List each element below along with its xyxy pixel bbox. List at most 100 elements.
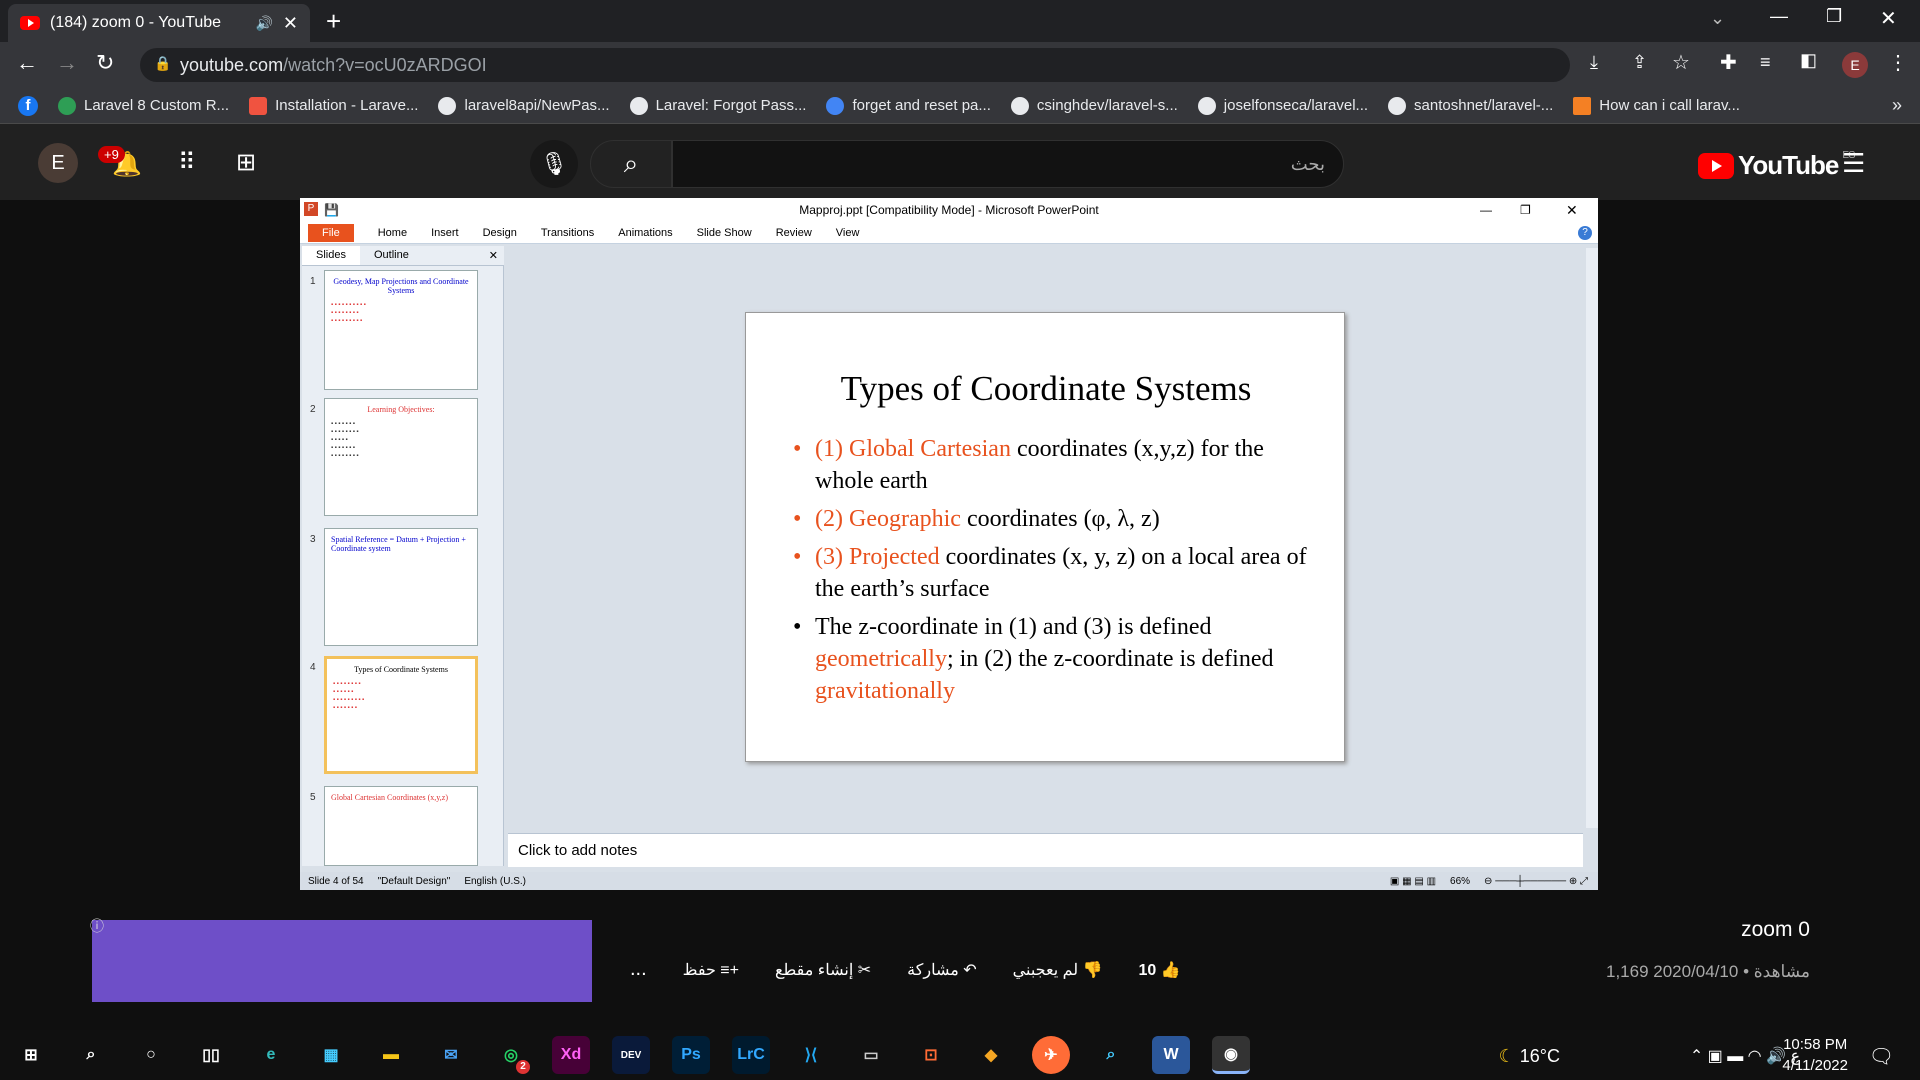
save-button[interactable]: حفظ ≡+	[683, 960, 739, 980]
store-icon[interactable]: ▦	[312, 1036, 350, 1074]
vscode-icon[interactable]: ⟩⟨	[792, 1036, 830, 1074]
windows-start-icon[interactable]: ⊞	[12, 1036, 50, 1074]
terminal-icon[interactable]: ▭	[852, 1036, 890, 1074]
dislike-button[interactable]: لم يعجبني 👎	[1013, 960, 1103, 980]
ribbon-tab-design[interactable]: Design	[483, 227, 517, 239]
file-explorer-icon[interactable]: ▬	[372, 1036, 410, 1074]
edge-icon[interactable]: e	[252, 1036, 290, 1074]
zoom-slider[interactable]: ⊖ ───┼────── ⊕ ⤢	[1484, 876, 1588, 887]
youtube-logo[interactable]: YouTube EG	[1698, 150, 1856, 181]
install-icon[interactable]: ⤓	[1590, 52, 1598, 73]
ppt-minimize-icon[interactable]: —	[1480, 198, 1492, 222]
search-input[interactable]: بحث	[672, 140, 1344, 188]
restore-icon[interactable]: ❐	[1826, 6, 1842, 27]
bookmark-item[interactable]: How can i call larav...	[1573, 96, 1740, 115]
bookmark-item[interactable]: Laravel 8 Custom R...	[58, 96, 229, 115]
slide-canvas[interactable]: Types of Coordinate Systems (1) Global C…	[745, 312, 1345, 762]
pane-tab-outline[interactable]: Outline	[360, 246, 423, 265]
new-tab-icon[interactable]: +	[326, 6, 341, 37]
back-icon[interactable]: ←	[16, 50, 38, 76]
voice-search-icon[interactable]: 🎙	[530, 140, 578, 188]
media-control-icon[interactable]: ≡	[1760, 52, 1771, 73]
browser-tab[interactable]: (184) zoom 0 - YouTube 🔊 ✕	[8, 4, 310, 42]
ppt-close-icon[interactable]: ✕	[1566, 198, 1578, 222]
help-icon[interactable]: ?	[1578, 225, 1592, 240]
system-clock[interactable]: 10:58 PM 4/11/2022	[1782, 1034, 1848, 1076]
quick-access-save-icon[interactable]: 💾	[324, 198, 339, 222]
ad-banner[interactable]: ⓘ	[90, 918, 592, 1002]
profile-avatar[interactable]: E	[1842, 52, 1868, 78]
slide-thumbnail-4-selected[interactable]: Types of Coordinate Systems ▪ ▪ ▪ ▪ ▪ ▪ ▪…	[324, 656, 478, 774]
reload-icon[interactable]: ↻	[96, 50, 114, 76]
ribbon-tab-slideshow[interactable]: Slide Show	[697, 227, 752, 239]
menu-dots-icon[interactable]: ⋮	[1888, 50, 1908, 75]
ribbon-tab-insert[interactable]: Insert	[431, 227, 459, 239]
mail-icon[interactable]: ✉	[432, 1036, 470, 1074]
clip-button[interactable]: إنشاء مقطع ✂	[775, 960, 871, 980]
facebook-icon[interactable]: f	[18, 95, 38, 116]
slide-scrollbar[interactable]	[1586, 248, 1598, 828]
thumb-title: Learning Objectives:	[367, 405, 435, 414]
more-actions-button[interactable]: ...	[630, 958, 647, 981]
bookmark-item[interactable]: csinghdev/laravel-s...	[1010, 96, 1178, 115]
extensions-icon[interactable]: ✚	[1720, 50, 1737, 75]
bookmark-star-icon[interactable]: ☆	[1672, 50, 1690, 75]
bookmark-item[interactable]: Installation - Larave...	[249, 96, 418, 115]
taskbar-search-icon[interactable]: ⌕	[72, 1036, 110, 1074]
bookmark-item[interactable]: forget and reset pa...	[826, 96, 991, 115]
hamburger-menu-icon[interactable]: ☰	[1842, 148, 1865, 179]
forward-icon[interactable]: →	[56, 50, 78, 76]
like-button[interactable]: 10 👍	[1139, 960, 1181, 980]
git-icon[interactable]: ◆	[972, 1036, 1010, 1074]
word-icon[interactable]: W	[1152, 1036, 1190, 1074]
search-app-icon[interactable]: ⌕	[1092, 1036, 1130, 1074]
ribbon-tab-view[interactable]: View	[836, 227, 860, 239]
lightroom-icon[interactable]: LrC	[732, 1036, 770, 1074]
ribbon-tab-animations[interactable]: Animations	[618, 227, 672, 239]
postman-icon[interactable]: ✈	[1032, 1036, 1070, 1074]
side-panel-icon[interactable]: ◧	[1800, 50, 1817, 71]
task-view-icon[interactable]: ▯▯	[192, 1036, 230, 1074]
ribbon-tab-home[interactable]: Home	[378, 227, 407, 239]
more-bookmarks-icon[interactable]: »	[1892, 95, 1902, 116]
slide-thumbnail-2[interactable]: Learning Objectives: ▪ ▪ ▪ ▪ ▪ ▪ ▪ ▪ ▪ ▪ ▪…	[324, 398, 478, 516]
minimize-icon[interactable]: —	[1770, 6, 1788, 27]
create-video-icon[interactable]: ⊞	[236, 148, 256, 177]
bookmark-item[interactable]: Laravel: Forgot Pass...	[629, 96, 806, 115]
pane-tab-slides[interactable]: Slides	[302, 246, 360, 265]
close-tab-icon[interactable]: ✕	[283, 13, 298, 34]
search-button[interactable]: ⌕	[590, 140, 672, 188]
address-bar[interactable]: 🔒 youtube.com/watch?v=ocU0zARDGOI	[140, 48, 1570, 82]
user-avatar[interactable]: E	[38, 143, 78, 183]
speaker-icon[interactable]: 🔊	[255, 15, 272, 32]
info-icon[interactable]: ⓘ	[90, 916, 104, 936]
share-icon[interactable]: ⇪	[1632, 52, 1647, 73]
tab-search-icon[interactable]: ⌄	[1710, 8, 1725, 29]
ppt-restore-icon[interactable]: ❐	[1520, 198, 1531, 222]
bookmark-item[interactable]: santoshnet/laravel-...	[1388, 96, 1553, 115]
chrome-icon[interactable]: ◉	[1212, 1036, 1250, 1074]
notes-pane[interactable]: Click to add notes	[508, 833, 1583, 867]
ribbon-tab-file[interactable]: File	[308, 223, 354, 242]
weather-widget[interactable]: ☾ 16°C	[1499, 1046, 1560, 1067]
window-close-icon[interactable]: ✕	[1880, 6, 1897, 31]
pane-close-icon[interactable]: ✕	[483, 246, 504, 265]
ribbon-tab-review[interactable]: Review	[776, 227, 812, 239]
slide-thumbnail-3[interactable]: Spatial Reference = Datum + Projection +…	[324, 528, 478, 646]
thumb-number: 3	[310, 534, 316, 545]
ribbon-tab-transitions[interactable]: Transitions	[541, 227, 594, 239]
cortana-icon[interactable]: ○	[132, 1036, 170, 1074]
postman-app-icon[interactable]: ⊡	[912, 1036, 950, 1074]
notification-center-icon[interactable]: 🗨	[1869, 1044, 1894, 1069]
view-buttons-icon[interactable]: ▣ ▦ ▤ ▥	[1390, 876, 1436, 887]
adobe-xd-icon[interactable]: Xd	[552, 1036, 590, 1074]
slide-thumbnail-5[interactable]: Global Cartesian Coordinates (x,y,z)	[324, 786, 478, 866]
photoshop-icon[interactable]: Ps	[672, 1036, 710, 1074]
whatsapp-icon[interactable]: ◎ 2	[492, 1036, 530, 1074]
bookmark-item[interactable]: laravel8api/NewPas...	[438, 96, 610, 115]
share-button[interactable]: مشاركة ↶	[907, 960, 977, 980]
devc-icon[interactable]: DEV	[612, 1036, 650, 1074]
apps-grid-icon[interactable]: ⠿	[178, 148, 196, 177]
bookmark-item[interactable]: joselfonseca/laravel...	[1197, 96, 1368, 115]
slide-thumbnail-1[interactable]: Geodesy, Map Projections and Coordinate …	[324, 270, 478, 390]
